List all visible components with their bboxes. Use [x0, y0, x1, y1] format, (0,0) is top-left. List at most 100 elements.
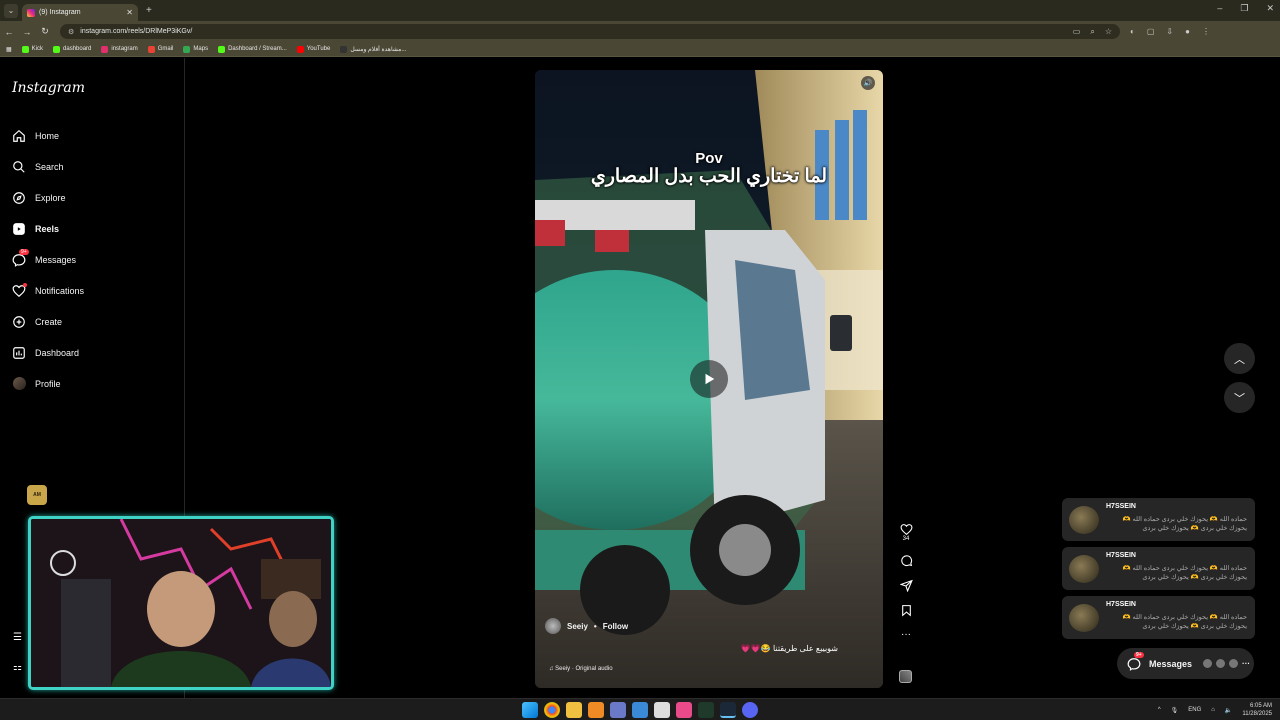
sidebar-item-profile[interactable]: Profile: [12, 368, 84, 399]
browser-tab[interactable]: (9) Instagram ✕: [22, 4, 138, 21]
reel-audio[interactable]: ♫ Seeiy · Original audio: [549, 666, 613, 672]
messages-button[interactable]: 9+ Messages ···: [1117, 648, 1254, 679]
sidebar-item-label: Create: [35, 316, 63, 327]
more-button[interactable]: ···: [901, 629, 911, 640]
app-icon[interactable]: [676, 702, 692, 718]
menu-icon[interactable]: ⋮: [1202, 27, 1210, 36]
webcam-feed: [31, 519, 331, 687]
audio-thumbnail[interactable]: [899, 670, 912, 683]
discord-icon[interactable]: [742, 702, 758, 718]
system-tray: ^ 🎙 ENG ⌂ 🔈 6:05 AM 11/28/2025: [1158, 702, 1272, 718]
sidebar-item-label: Profile: [35, 378, 61, 389]
grid-icon[interactable]: ⚏: [13, 662, 22, 673]
message-notification[interactable]: H7SSEIN حماده الله 🫶 يحوزك خلي بردى حماد…: [1062, 596, 1255, 639]
sidebar-item-search[interactable]: Search: [12, 151, 84, 182]
audio-icon[interactable]: 🔊: [861, 76, 875, 90]
close-window-icon[interactable]: ✕: [1266, 3, 1274, 14]
maximize-icon[interactable]: ❐: [1240, 3, 1248, 14]
puzzle-icon[interactable]: ▢: [1147, 27, 1155, 36]
sidebar-item-notifications[interactable]: Notifications: [12, 275, 84, 306]
new-tab-icon[interactable]: +: [146, 5, 152, 16]
previous-reel-button[interactable]: ︿: [1224, 343, 1255, 374]
forward-icon[interactable]: →: [18, 27, 36, 37]
reel-video[interactable]: Pov لما تختاري الحب بدل المصاري 🔊 Seeiy …: [535, 70, 883, 688]
downloads-icon[interactable]: ⇩: [1166, 27, 1173, 36]
follow-button[interactable]: Follow: [603, 622, 628, 631]
sidebar-item-dashboard[interactable]: Dashboard: [12, 337, 84, 368]
author-avatar[interactable]: [545, 618, 561, 634]
extension-icon[interactable]: ◐: [1130, 27, 1135, 36]
comment-button[interactable]: [900, 554, 913, 567]
save-button[interactable]: [900, 604, 913, 617]
app-icon[interactable]: [654, 702, 670, 718]
bookmark-kick[interactable]: Kick: [21, 45, 43, 53]
steam-icon[interactable]: [720, 702, 736, 718]
notes-icon[interactable]: [632, 702, 648, 718]
sidebar-item-home[interactable]: Home: [12, 120, 84, 151]
language-indicator[interactable]: ENG: [1188, 707, 1201, 713]
profile-icon[interactable]: ●: [1185, 27, 1190, 36]
author-name[interactable]: Seeiy: [567, 622, 588, 631]
windows-start-icon[interactable]: [522, 702, 538, 718]
sidebar-item-explore[interactable]: Explore: [12, 182, 84, 213]
kick-icon: [21, 45, 29, 53]
microphone-icon[interactable]: 🎙: [1171, 707, 1179, 714]
like-count: 34: [902, 536, 910, 542]
tab-close-icon[interactable]: ✕: [126, 8, 133, 17]
time: 6:05 AM: [1249, 703, 1272, 709]
next-reel-button[interactable]: ﹀: [1224, 382, 1255, 413]
bookmark-movies[interactable]: مشاهدة أفلام ومسل...: [340, 45, 406, 53]
share-button[interactable]: [899, 579, 913, 592]
search-icon: [12, 160, 26, 174]
apps-icon[interactable]: ▦: [6, 46, 12, 53]
network-icon[interactable]: ⌂: [1211, 707, 1215, 713]
reload-icon[interactable]: ↻: [36, 26, 54, 37]
address-bar[interactable]: ⚙ instagram.com/reels/DRlMeP3iKGv/ ▭ ⌕ ☆: [60, 24, 1120, 39]
message-notification[interactable]: H7SSEIN حماده الله 🫶 يحوزك خلي بردى حماد…: [1062, 498, 1255, 541]
messages-label: Messages: [1149, 658, 1193, 669]
dot-separator: •: [593, 621, 597, 631]
like-button[interactable]: 34: [900, 523, 913, 542]
instagram-logo[interactable]: Instagram: [12, 80, 85, 96]
back-icon[interactable]: ←: [0, 27, 18, 37]
sidebar-item-label: Explore: [35, 192, 66, 203]
chrome-icon[interactable]: [544, 702, 560, 718]
bookmark-dashboard[interactable]: dashboard: [53, 45, 91, 53]
chevron-down-icon: ﹀: [1234, 392, 1245, 405]
bookmark-icon: [901, 605, 911, 617]
play-icon[interactable]: [690, 360, 728, 398]
bookmark-gmail[interactable]: Gmail: [147, 45, 173, 53]
bookmark-maps[interactable]: Maps: [183, 45, 208, 53]
install-icon[interactable]: ▭: [1073, 27, 1081, 37]
chevron-up-icon: ︿: [1234, 353, 1245, 366]
heart-icon: [12, 282, 27, 298]
sidebar-item-messages[interactable]: 9+ Messages: [12, 244, 84, 275]
browser-tab-strip: ⌄ (9) Instagram ✕ + – ❐ ✕: [0, 0, 1280, 21]
notification-text: حماده الله 🫶 يحوزك خلي بردى حماده الله 🫶…: [1122, 565, 1247, 581]
gmail-icon: [147, 45, 155, 53]
menu-icon[interactable]: ☰: [13, 632, 22, 643]
reel-description[interactable]: شوبيبع على طريقتنا 😂💗💗: [741, 644, 838, 653]
tab-search-icon[interactable]: ⌄: [4, 3, 18, 18]
window-controls: – ❐ ✕: [1217, 3, 1274, 14]
maps-icon: [183, 45, 191, 53]
zoom-icon[interactable]: ⌕: [1090, 27, 1094, 37]
bookmark-youtube[interactable]: YouTube: [296, 45, 330, 53]
sidebar-item-create[interactable]: Create: [12, 306, 84, 337]
app-icon[interactable]: [588, 702, 604, 718]
volume-icon[interactable]: 🔈: [1225, 707, 1232, 714]
terminal-icon[interactable]: [698, 702, 714, 718]
minimize-icon[interactable]: –: [1217, 3, 1222, 14]
sidebar-item-reels[interactable]: Reels: [12, 213, 84, 244]
star-icon[interactable]: ☆: [1105, 27, 1112, 37]
app-icon[interactable]: [610, 702, 626, 718]
clock[interactable]: 6:05 AM 11/28/2025: [1242, 702, 1272, 718]
chevron-up-icon[interactable]: ^: [1158, 707, 1161, 713]
folder-icon[interactable]: [566, 702, 582, 718]
url-text: instagram.com/reels/DRlMeP3iKGv/: [80, 28, 193, 35]
bookmark-instagram[interactable]: instagram: [101, 45, 138, 53]
home-icon: [12, 129, 26, 143]
message-notification[interactable]: H7SSEIN حماده الله 🫶 يحوزك خلي بردى حماد…: [1062, 547, 1255, 590]
site-info-icon[interactable]: ⚙: [68, 28, 74, 36]
bookmark-dashboard-stream[interactable]: Dashboard / Stream...: [218, 45, 287, 53]
